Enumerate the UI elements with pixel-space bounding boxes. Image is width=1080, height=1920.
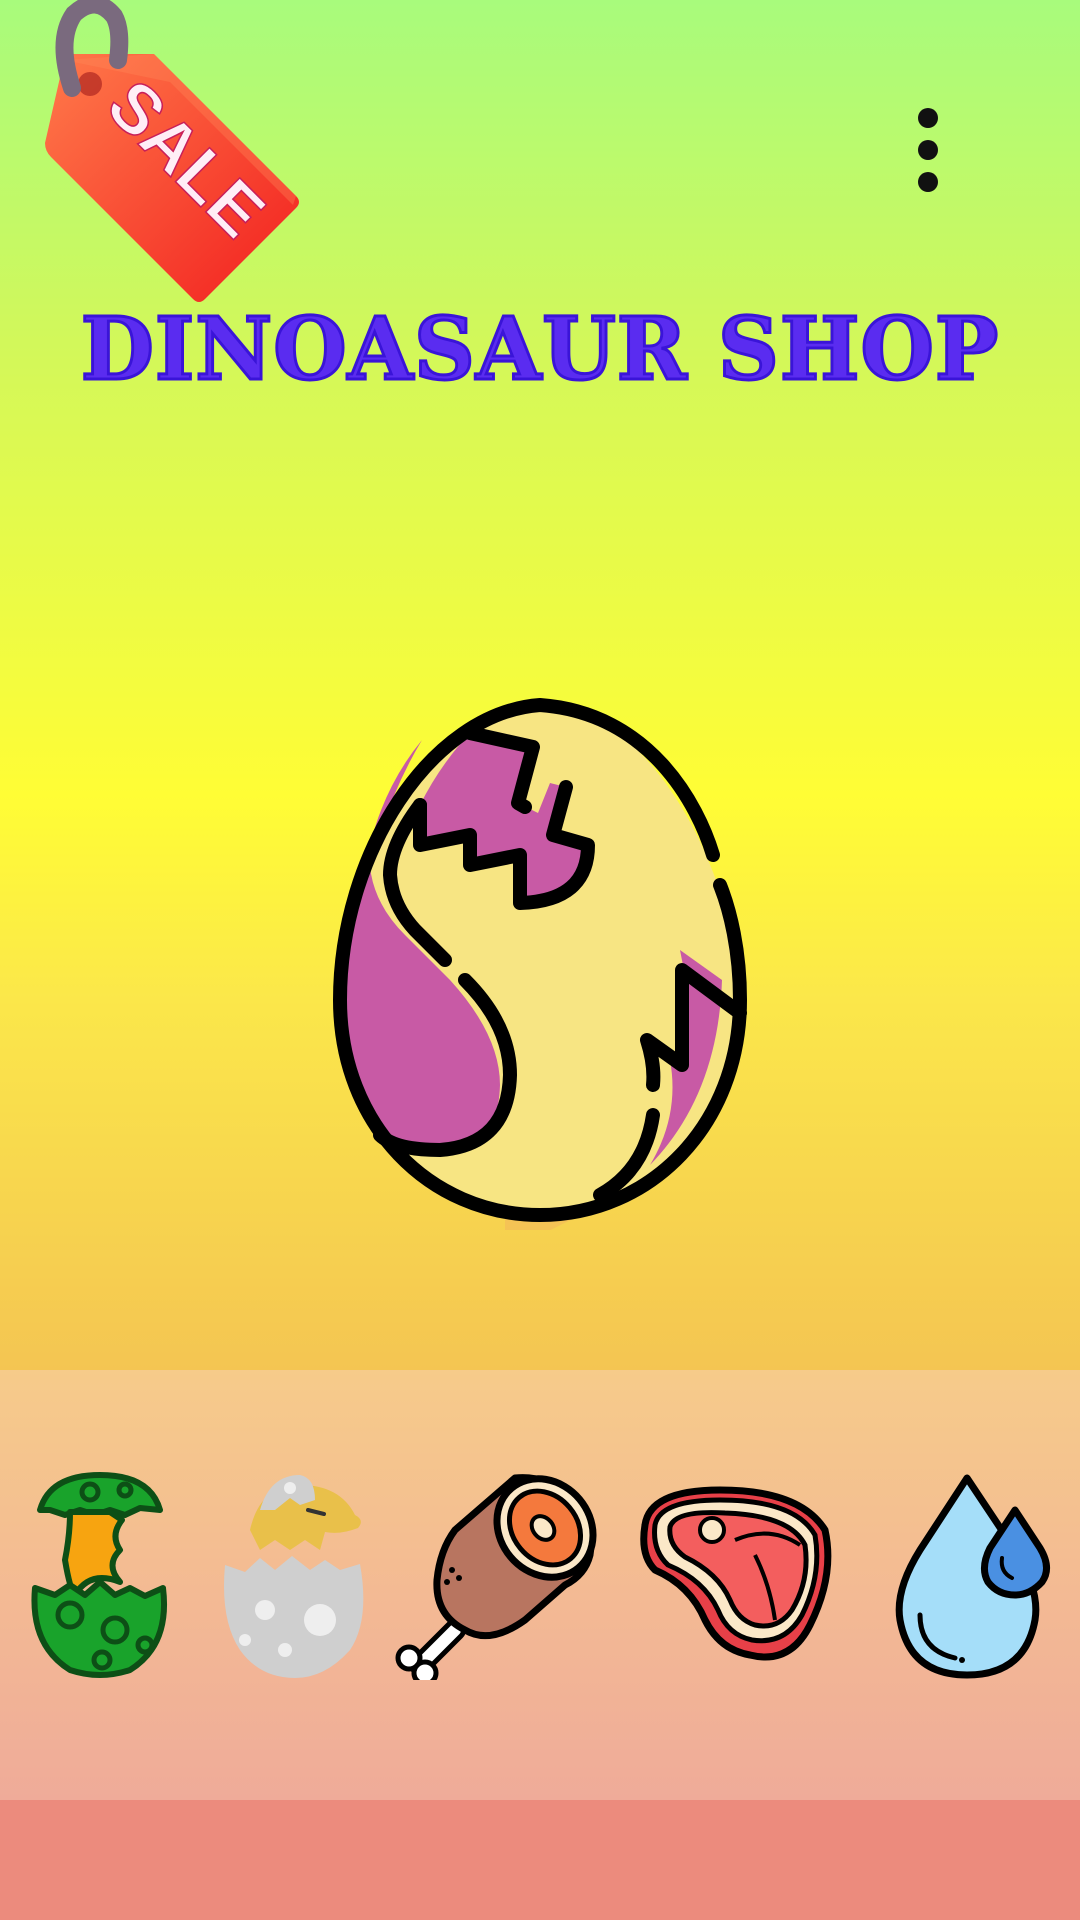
page-title: DINOASAUR SHOP xyxy=(79,298,1000,401)
more-vertical-icon xyxy=(918,140,938,160)
cracked-dinosaur-egg-icon xyxy=(333,698,747,1230)
shop-item-green-egg[interactable] xyxy=(30,1470,170,1680)
steak-icon xyxy=(640,1486,832,1661)
more-vertical-icon xyxy=(918,172,938,192)
sale-tag-icon: SALE xyxy=(45,0,299,302)
meat-drumstick-icon xyxy=(395,1474,597,1680)
shop-item-meat-drumstick[interactable] xyxy=(395,1470,605,1680)
featured-egg[interactable] xyxy=(320,695,760,1230)
shop-item-baby-dinosaur[interactable] xyxy=(220,1470,375,1680)
more-vertical-icon xyxy=(918,108,938,128)
menu-button[interactable] xyxy=(895,100,961,204)
sale-tag-button[interactable]: SALE xyxy=(30,0,330,305)
green-hatching-egg-icon xyxy=(31,1472,167,1678)
baby-dinosaur-hatching-icon xyxy=(224,1475,364,1678)
shop-item-steak[interactable] xyxy=(630,1485,840,1665)
app-screen: SALE DINOASAUR SHOP xyxy=(0,0,1080,1920)
bottom-bar xyxy=(0,1800,1080,1920)
water-drop-icon xyxy=(895,1474,1050,1679)
shop-item-water[interactable] xyxy=(890,1470,1060,1680)
